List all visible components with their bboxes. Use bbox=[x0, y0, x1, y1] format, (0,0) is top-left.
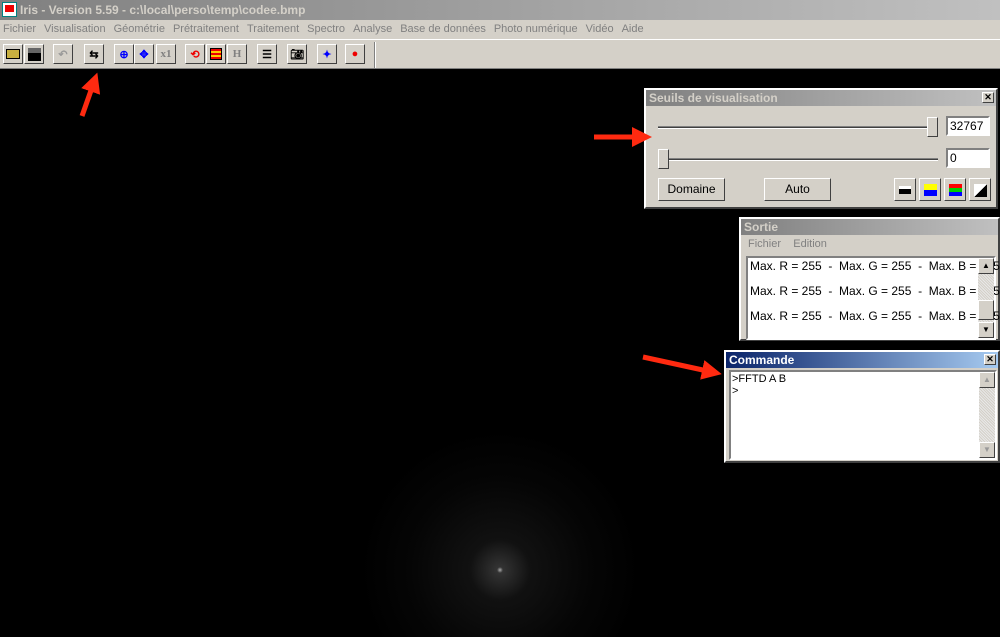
annotation-arrow-toolbar bbox=[79, 72, 101, 117]
annotation-arrow-commande bbox=[642, 354, 722, 380]
annotation-arrows bbox=[79, 72, 722, 380]
